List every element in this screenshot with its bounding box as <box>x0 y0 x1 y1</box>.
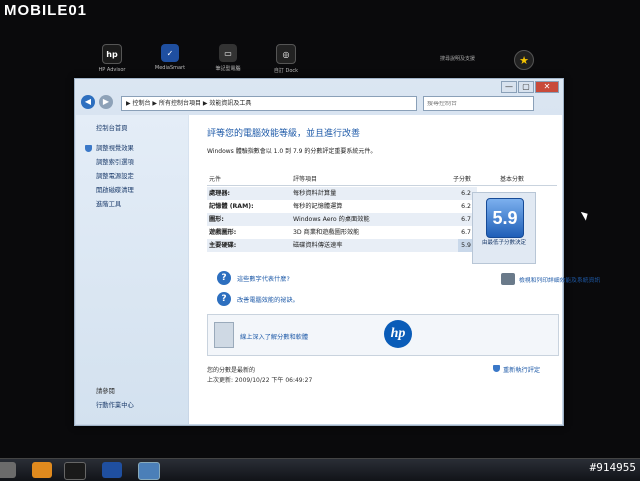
custom-dock-icon: ◎ <box>276 44 296 64</box>
table-row: 主要硬碟: 磁碟資料傳送速率 5.9 <box>207 239 477 252</box>
row-rated: 每秒的記憶體運算 <box>293 203 343 210</box>
row-rated: 磁碟資料傳送速率 <box>293 242 343 249</box>
row-score: 6.7 <box>461 216 471 223</box>
page-title: 評等您的電腦效能等級，並且進行改善 <box>207 129 361 139</box>
base-score-badge: 5.9 <box>486 198 524 238</box>
sidebar-item-advanced-tools[interactable]: 進階工具 <box>96 199 121 208</box>
link-what-mean[interactable]: 這些數字代表什麼? <box>237 274 290 283</box>
dock-label: 筆記型電腦 <box>215 66 241 72</box>
hp-info-box: 線上深入了解分數和軟體 hp <box>207 314 559 356</box>
main-content: 評等您的電腦效能等級，並且進行改善 Windows 體驗指數會以 1.0 到 7… <box>189 115 600 424</box>
row-rated: 3D 商業和遊戲圖形效能 <box>293 229 360 236</box>
folder-icon[interactable] <box>0 462 16 478</box>
mouse-cursor-icon <box>580 209 591 221</box>
table-header: 元件 評等項目 子分數 基本分數 <box>207 174 557 186</box>
mediasmart-icon: ✓ <box>161 44 179 62</box>
forward-arrow-icon[interactable]: ▶ <box>99 95 113 109</box>
last-update: 上次更新: 2009/10/22 下午 06:49:27 <box>207 377 313 384</box>
mediasmart-taskbar-icon[interactable] <box>102 462 122 478</box>
see-also-title: 請參閱 <box>96 388 115 395</box>
base-score-box: 5.9 由最低子分數決定 <box>472 192 536 264</box>
search-box[interactable] <box>423 96 534 111</box>
printer-icon <box>501 273 515 285</box>
row-component: 主要硬碟: <box>209 242 237 249</box>
question-icon: ? <box>217 271 231 285</box>
row-score: 6.2 <box>461 203 471 210</box>
mobile01-watermark: MOBILE01 <box>4 2 88 19</box>
dock-item-mediasmart[interactable]: ✓ MediaSmart <box>148 44 192 74</box>
row-component: 記憶體 (RAM): <box>209 203 254 210</box>
hp-taskbar-icon[interactable] <box>64 462 86 480</box>
performance-window: — ▢ ✕ ◀ ▶ ▶ 控制台 ▶ 所有控制台項目 ▶ 效能資訊及工具 ? 控制… <box>74 78 600 426</box>
top-dock: hp HP Advisor ✓ MediaSmart ▭ 筆記型電腦 ◎ 自訂 … <box>90 44 308 74</box>
minimize-button[interactable]: — <box>501 81 517 93</box>
header-rated: 評等項目 <box>293 176 318 183</box>
dock-item-custom-dock[interactable]: ◎ 自訂 Dock <box>264 44 308 74</box>
sidebar-item-home[interactable]: 控制台首頁 <box>96 123 127 132</box>
back-arrow-icon[interactable]: ◀ <box>81 95 95 109</box>
dock-label: MediaSmart <box>154 65 186 71</box>
hp-logo: hp <box>384 320 412 348</box>
table-row: 遊戲圖形: 3D 商業和遊戲圖形效能 6.7 <box>207 226 477 239</box>
page-description: Windows 體驗指數會以 1.0 到 7.9 的分數評定重要系統元件。 <box>207 148 377 155</box>
row-rated: Windows Aero 的桌面效能 <box>293 216 370 223</box>
row-rated: 每秒資料計算量 <box>293 190 337 197</box>
dock-label: HP Advisor <box>98 67 126 73</box>
base-score-caption: 由最低子分數決定 <box>481 240 526 246</box>
search-input[interactable] <box>427 101 517 107</box>
dock-item-notebook[interactable]: ▭ 筆記型電腦 <box>206 44 250 74</box>
row-component: 遊戲圖形: <box>209 229 237 236</box>
link-improve-tips[interactable]: 改善電腦效能的祕訣。 <box>237 295 299 304</box>
shield-icon <box>85 144 92 152</box>
score-status: 您的分數是最新的 <box>207 367 256 374</box>
header-subscore: 子分數 <box>453 176 472 183</box>
row-component: 圖形: <box>209 216 224 223</box>
sidebar-item-visual-effects[interactable]: 調整視覺效果 <box>85 143 134 152</box>
sidebar: 控制台首頁 調整視覺效果 調整索引選項 調整電源設定 開啟磁碟清理 進階工具 請… <box>76 115 188 424</box>
table-row: 處理器: 每秒資料計算量 6.2 <box>207 187 477 200</box>
favorite-star-icon[interactable]: ★ <box>514 50 534 70</box>
media-player-icon[interactable] <box>32 462 52 478</box>
row-score: 6.7 <box>461 229 471 236</box>
row-score: 6.2 <box>461 190 471 197</box>
notebook-icon: ▭ <box>219 44 237 62</box>
meter-icon <box>214 322 234 348</box>
sidebar-item-label: 調整視覺效果 <box>96 145 134 152</box>
sidebar-item-action-center[interactable]: 行動作業中心 <box>96 400 134 409</box>
nav-buttons: ◀ ▶ <box>81 95 113 109</box>
rerun-assessment-link[interactable]: 重新執行評定 <box>503 365 540 374</box>
help-support-label[interactable]: 搜尋說明及支援 <box>440 55 475 62</box>
dock-label: 自訂 Dock <box>273 68 299 74</box>
close-button[interactable]: ✕ <box>535 81 559 93</box>
question-icon: ? <box>217 292 231 306</box>
row-component: 處理器: <box>209 190 231 197</box>
sidebar-item-index-options[interactable]: 調整索引選項 <box>96 157 134 166</box>
control-panel-taskbar-icon[interactable] <box>138 462 160 480</box>
header-component: 元件 <box>209 176 222 183</box>
link-print-details[interactable]: 檢視和列印詳細效能及系統資訊 <box>519 275 600 284</box>
taskbar <box>0 458 640 481</box>
table-row: 圖形: Windows Aero 的桌面效能 6.7 <box>207 213 477 226</box>
table-row: 記憶體 (RAM): 每秒的記憶體運算 6.2 <box>207 200 477 213</box>
link-learn-more[interactable]: 線上深入了解分數和軟體 <box>240 332 308 341</box>
maximize-button[interactable]: ▢ <box>518 81 534 93</box>
dock-item-hp-advisor[interactable]: hp HP Advisor <box>90 44 134 74</box>
address-bar[interactable]: ▶ 控制台 ▶ 所有控制台項目 ▶ 效能資訊及工具 <box>121 96 417 111</box>
hp-advisor-icon: hp <box>102 44 122 64</box>
post-id-watermark: #914955 <box>589 461 636 474</box>
sidebar-item-power-settings[interactable]: 調整電源設定 <box>96 171 134 180</box>
shield-icon <box>493 365 500 372</box>
header-base: 基本分數 <box>500 176 525 183</box>
title-buttons: — ▢ ✕ <box>501 81 559 93</box>
sidebar-item-disk-cleanup[interactable]: 開啟磁碟清理 <box>96 185 134 194</box>
